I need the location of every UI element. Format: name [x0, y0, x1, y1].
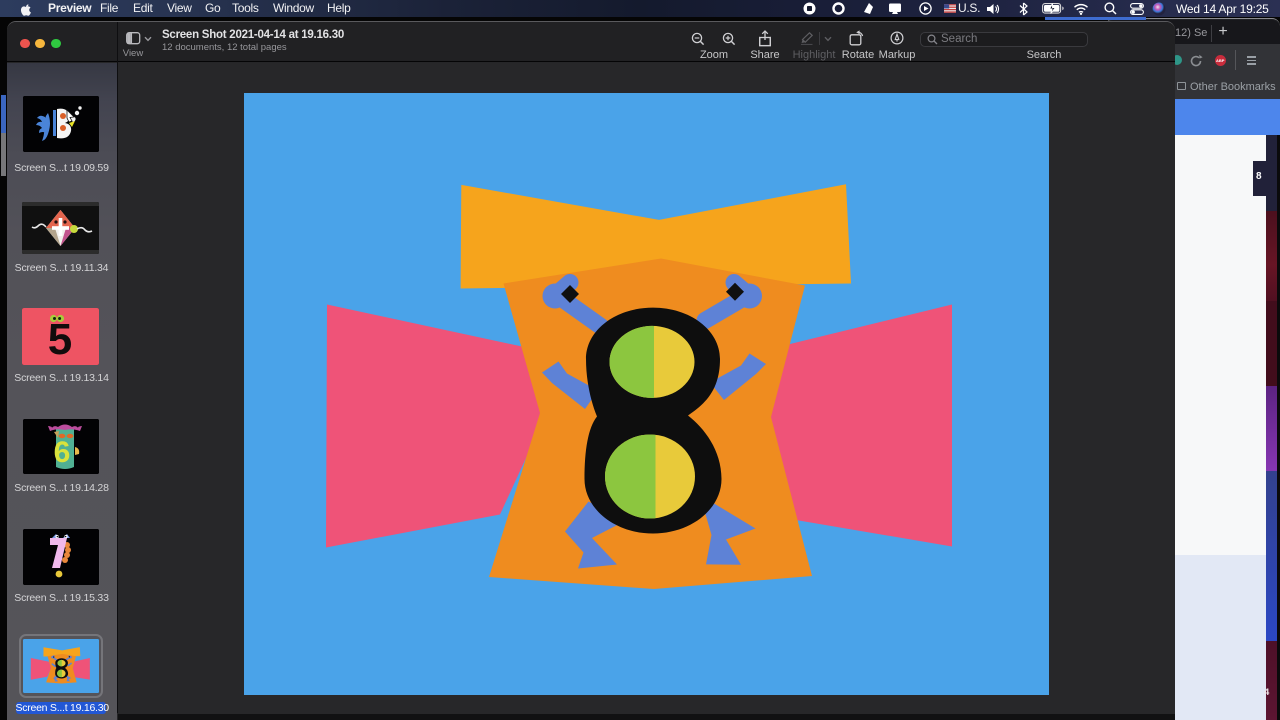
svg-text:5: 5 — [48, 315, 72, 364]
svg-text:6: 6 — [54, 436, 71, 469]
